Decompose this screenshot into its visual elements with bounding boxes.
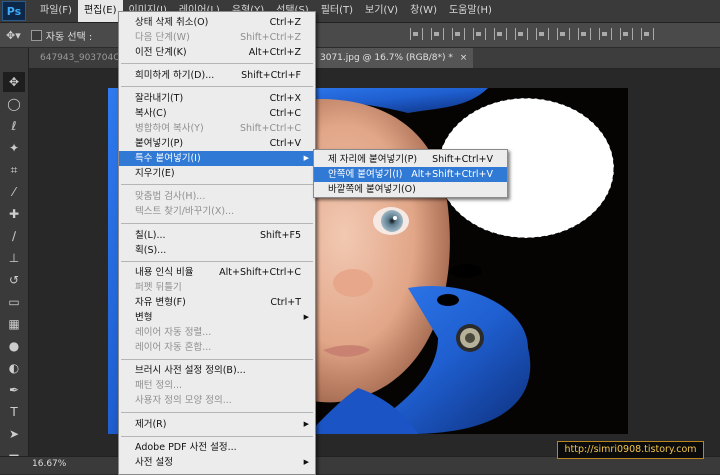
distribute-top-icon[interactable] bbox=[536, 28, 549, 40]
menu-separator bbox=[121, 261, 313, 262]
auto-select-checkbox[interactable] bbox=[30, 29, 42, 41]
align-right-icon[interactable] bbox=[515, 28, 528, 40]
align-bottom-icon[interactable] bbox=[452, 28, 465, 40]
menu-separator bbox=[121, 412, 313, 413]
menu-item-check-spelling: 맞춤법 검사(H)... bbox=[135, 191, 206, 202]
menu-item-copy-merged: 병합하여 복사(Y) Shift+Ctrl+C bbox=[135, 123, 301, 134]
distribute-right-icon[interactable] bbox=[641, 28, 654, 40]
toolbox-grip bbox=[0, 48, 28, 70]
distribute-left-icon[interactable] bbox=[599, 28, 612, 40]
menu-file[interactable]: 파일(F) bbox=[34, 0, 78, 22]
menu-separator bbox=[121, 223, 313, 224]
align-top-icon[interactable] bbox=[410, 28, 423, 40]
clone-stamp-icon[interactable]: ⊥ bbox=[3, 248, 25, 268]
menu-item-clear[interactable]: 지우기(E) bbox=[119, 166, 315, 181]
blur-icon[interactable]: ● bbox=[3, 336, 25, 356]
auto-select-label: 자동 선택 : bbox=[45, 31, 93, 43]
toolbox: ✥ ◯ ℓ ✦ ⌗ ⁄ ✚ ∕ ⊥ ↺ ▭ ▦ ● ◐ ✒ T ➤ ▬ bbox=[0, 48, 29, 463]
align-middle-icon[interactable] bbox=[431, 28, 444, 40]
edit-menu-dropdown: 상태 삭제 취소(O) Ctrl+Z 다음 단계(W) Shift+Ctrl+Z 이… bbox=[118, 11, 316, 475]
submenu-arrow-icon: ▶ bbox=[303, 458, 309, 466]
submenu-arrow-icon: ▶ bbox=[303, 420, 309, 428]
eraser-icon[interactable]: ▭ bbox=[3, 292, 25, 312]
menu-item-fade[interactable]: 희미하게 하기(D)... Shift+Ctrl+F bbox=[119, 68, 315, 83]
brush-tool-icon[interactable]: ∕ bbox=[3, 226, 25, 246]
menu-item-define-pattern: 패턴 정의... bbox=[135, 380, 183, 391]
menu-item-paste[interactable]: 붙여넣기(P) Ctrl+V bbox=[119, 136, 315, 151]
align-buttons bbox=[410, 28, 654, 40]
menu-filter[interactable]: 필터(T) bbox=[315, 0, 359, 22]
menu-item-define-custom-shape: 사용자 정의 모양 정의... bbox=[135, 395, 232, 406]
gradient-icon[interactable]: ▦ bbox=[3, 314, 25, 334]
submenu-arrow-icon: ▶ bbox=[303, 313, 309, 321]
menu-item-define-brush[interactable]: 브러시 사전 설정 정의(B)... bbox=[119, 363, 315, 378]
crop-tool-icon[interactable]: ⌗ bbox=[3, 160, 25, 180]
menu-view[interactable]: 보기(V) bbox=[359, 0, 404, 22]
menu-item-transform[interactable]: 변형 ▶ bbox=[119, 310, 315, 325]
history-brush-icon[interactable]: ↺ bbox=[3, 270, 25, 290]
submenu-item-paste-in-place[interactable]: 제 자리에 붙여넣기(P) Shift+Ctrl+V bbox=[314, 152, 507, 167]
distribute-bottom-icon[interactable] bbox=[578, 28, 591, 40]
menu-separator bbox=[121, 86, 313, 87]
menu-item-step-forward: 다음 단계(W) Shift+Ctrl+Z bbox=[135, 32, 301, 43]
pen-tool-icon[interactable]: ✒ bbox=[3, 380, 25, 400]
menu-item-paste-special[interactable]: 특수 붙여넣기(I) ▶ bbox=[119, 151, 315, 166]
submenu-item-paste-into[interactable]: 안쪽에 붙여넣기(I) Alt+Shift+Ctrl+V bbox=[314, 167, 507, 182]
healing-brush-icon[interactable]: ✚ bbox=[3, 204, 25, 224]
dodge-icon[interactable]: ◐ bbox=[3, 358, 25, 378]
move-tool-preset-icon[interactable]: ✥▾ bbox=[6, 29, 21, 42]
menu-separator bbox=[121, 184, 313, 185]
menu-item-find-replace-text: 텍스트 찾기/바꾸기(X)... bbox=[135, 206, 235, 217]
menu-item-free-transform[interactable]: 자유 변형(F) Ctrl+T bbox=[119, 295, 315, 310]
menu-item-content-aware-scale[interactable]: 내용 인식 비율 Alt+Shift+Ctrl+C bbox=[119, 265, 315, 280]
distribute-center-icon[interactable] bbox=[620, 28, 633, 40]
menu-item-purge[interactable]: 제거(R) ▶ bbox=[119, 417, 315, 432]
tab-active-document[interactable]: 3071.jpg @ 16.7% (RGB/8*) * × bbox=[314, 48, 474, 68]
type-tool-icon[interactable]: T bbox=[3, 402, 25, 422]
menu-separator bbox=[121, 359, 313, 360]
menu-item-auto-align-layers: 레이어 자동 정렬... bbox=[135, 327, 212, 338]
path-select-icon[interactable]: ➤ bbox=[3, 424, 25, 444]
menu-edit[interactable]: 편집(E) bbox=[77, 0, 123, 22]
menu-item-copy[interactable]: 복사(C) Ctrl+C bbox=[119, 106, 315, 121]
align-left-icon[interactable] bbox=[473, 28, 486, 40]
menu-bar: Ps 파일(F) 편집(E) 이미지(I) 레이어(L) 유형(Y) 선택(S)… bbox=[0, 0, 720, 23]
photoshop-logo: Ps bbox=[2, 1, 26, 21]
zoom-level[interactable]: 16.67% bbox=[32, 459, 66, 469]
options-bar: ✥▾ 자동 선택 : bbox=[0, 23, 720, 48]
quick-select-icon[interactable]: ✦ bbox=[3, 138, 25, 158]
menu-item-puppet-warp: 퍼펫 뒤틀기 bbox=[135, 282, 182, 293]
menu-separator bbox=[121, 63, 313, 64]
menu-item-fill[interactable]: 칠(L)... Shift+F5 bbox=[119, 228, 315, 243]
distribute-middle-icon[interactable] bbox=[557, 28, 570, 40]
menu-window[interactable]: 창(W) bbox=[404, 0, 443, 22]
submenu-arrow-icon: ▶ bbox=[303, 154, 309, 162]
paste-special-submenu: 제 자리에 붙여넣기(P) Shift+Ctrl+V 안쪽에 붙여넣기(I) Alt… bbox=[313, 149, 508, 198]
menu-item-adobe-pdf-presets[interactable]: Adobe PDF 사전 설정... bbox=[119, 440, 315, 455]
tab-other-document[interactable]: 647943_903704C bbox=[34, 48, 126, 68]
lasso-tool-icon[interactable]: ℓ bbox=[3, 116, 25, 136]
menu-help[interactable]: 도움말(H) bbox=[443, 0, 498, 22]
move-tool-icon[interactable]: ✥ bbox=[3, 72, 25, 92]
tab-close-icon[interactable]: × bbox=[460, 53, 468, 63]
menu-item-auto-blend-layers: 레이어 자동 혼합... bbox=[135, 342, 212, 353]
marquee-tool-icon[interactable]: ◯ bbox=[3, 94, 25, 114]
menu-item-presets[interactable]: 사전 설정 ▶ bbox=[119, 455, 315, 470]
menu-separator bbox=[121, 436, 313, 437]
menu-item-cut[interactable]: 잘라내기(T) Ctrl+X bbox=[119, 91, 315, 106]
eyedropper-icon[interactable]: ⁄ bbox=[3, 182, 25, 202]
blog-watermark: http://simri0908.tistory.com bbox=[557, 441, 704, 459]
menu-item-stroke[interactable]: 획(S)... bbox=[119, 243, 315, 258]
menu-item-step-backward[interactable]: 이전 단계(K) Alt+Ctrl+Z bbox=[119, 45, 315, 60]
submenu-item-paste-outside[interactable]: 바깥쪽에 붙여넣기(O) bbox=[314, 182, 507, 197]
align-center-icon[interactable] bbox=[494, 28, 507, 40]
menu-item-undo[interactable]: 상태 삭제 취소(O) Ctrl+Z bbox=[119, 15, 315, 30]
tab-active-title: 3071.jpg @ 16.7% (RGB/8*) * bbox=[320, 53, 453, 63]
